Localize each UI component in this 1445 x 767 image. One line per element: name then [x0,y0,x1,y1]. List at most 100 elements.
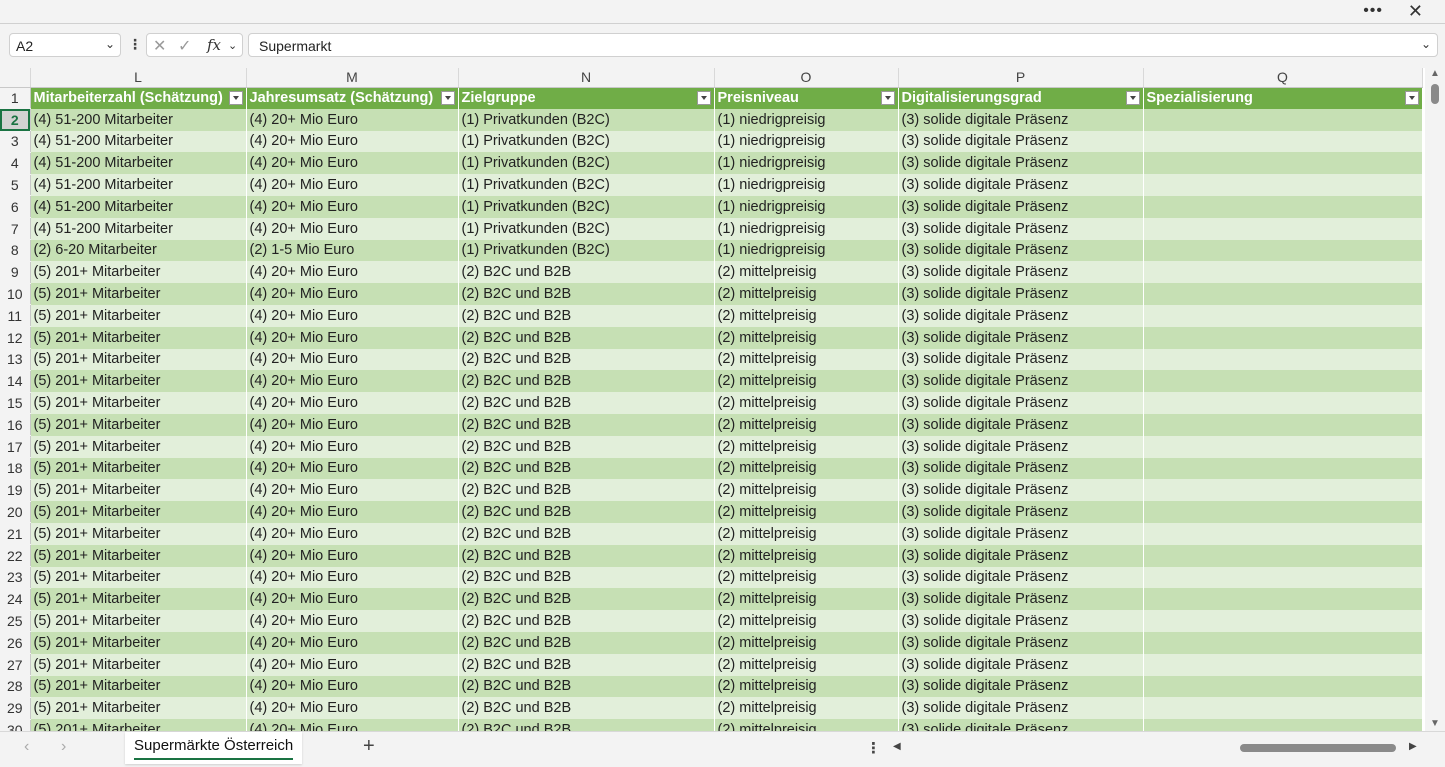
table-cell[interactable]: (4) 20+ Mio Euro [246,522,459,545]
filter-dropdown-icon[interactable] [880,90,895,105]
table-cell[interactable]: (2) B2C und B2B [458,435,715,458]
table-cell[interactable] [1143,304,1423,327]
table-cell[interactable]: (1) Privatkunden (B2C) [458,239,715,262]
table-cell[interactable] [1143,392,1423,414]
table-cell[interactable]: (2) B2C und B2B [458,370,715,393]
sheet-tab-supermaerkte[interactable]: Supermärkte Österreich [125,732,303,764]
table-cell[interactable]: (4) 20+ Mio Euro [246,108,459,131]
table-cell[interactable]: (2) B2C und B2B [458,326,715,349]
confirm-icon[interactable]: ✓ [178,36,191,56]
table-cell[interactable]: (3) solide digitale Präsenz [898,479,1144,502]
table-cell[interactable] [1143,544,1423,567]
table-cell[interactable]: (4) 51-200 Mitarbeiter [30,130,247,153]
table-cell[interactable]: (1) niedrigpreisig [714,239,899,262]
insert-function-icon[interactable]: fx [207,36,221,54]
table-cell[interactable]: (5) 201+ Mitarbeiter [30,653,247,676]
table-cell[interactable] [1143,283,1423,305]
table-cell[interactable]: (5) 201+ Mitarbeiter [30,697,247,720]
table-cell[interactable]: (1) Privatkunden (B2C) [458,174,715,196]
table-cell[interactable] [1143,217,1423,240]
scroll-thumb[interactable] [1431,84,1439,104]
table-cell[interactable] [1143,239,1423,262]
table-cell[interactable]: (3) solide digitale Präsenz [898,413,1144,436]
table-cell[interactable]: (3) solide digitale Präsenz [898,195,1144,218]
vertical-dots-icon[interactable]: ⋮ [128,36,142,53]
table-cell[interactable]: (2) B2C und B2B [458,501,715,523]
table-cell[interactable]: (2) mittelpreisig [714,566,899,589]
table-cell[interactable]: (2) mittelpreisig [714,653,899,676]
cancel-icon[interactable]: ✕ [153,36,166,56]
table-cell[interactable]: (4) 20+ Mio Euro [246,653,459,676]
row-number[interactable]: 13 [0,348,31,371]
table-cell[interactable]: (3) solide digitale Präsenz [898,130,1144,153]
table-cell[interactable]: (3) solide digitale Präsenz [898,675,1144,698]
row-number[interactable]: 19 [0,479,31,502]
table-cell[interactable] [1143,108,1423,131]
horizontal-scroll-thumb[interactable] [1240,744,1396,752]
table-cell[interactable]: (4) 20+ Mio Euro [246,392,459,414]
table-cell[interactable] [1143,457,1423,480]
table-cell[interactable]: (4) 20+ Mio Euro [246,217,459,240]
row-number[interactable]: 18 [0,457,31,480]
row-number[interactable]: 7 [0,217,31,241]
table-cell[interactable]: (3) solide digitale Präsenz [898,653,1144,676]
table-cell[interactable]: (4) 51-200 Mitarbeiter [30,152,247,175]
filter-dropdown-icon[interactable] [440,90,455,105]
select-all-corner[interactable] [0,68,31,88]
previous-sheet-icon[interactable]: ‹ [24,738,29,756]
table-cell[interactable]: (5) 201+ Mitarbeiter [30,675,247,698]
table-cell[interactable]: (3) solide digitale Präsenz [898,522,1144,545]
column-header-O[interactable]: O [714,68,899,88]
scroll-left-icon[interactable]: ◀ [893,741,901,752]
table-cell[interactable]: (4) 20+ Mio Euro [246,631,459,654]
table-header-cell[interactable]: Digitalisierungsgrad [898,87,1144,109]
table-cell[interactable]: (2) mittelpreisig [714,283,899,305]
vertical-scrollbar[interactable]: ▲ ▼ [1425,68,1445,731]
table-cell[interactable]: (5) 201+ Mitarbeiter [30,326,247,349]
filter-dropdown-icon[interactable] [1125,90,1140,105]
table-cell[interactable]: (3) solide digitale Präsenz [898,392,1144,414]
table-cell[interactable] [1143,174,1423,196]
scroll-down-icon[interactable]: ▼ [1430,718,1440,729]
table-cell[interactable]: (2) mittelpreisig [714,392,899,414]
table-cell[interactable]: (2) mittelpreisig [714,544,899,567]
table-cell[interactable] [1143,326,1423,349]
table-cell[interactable]: (2) mittelpreisig [714,326,899,349]
table-cell[interactable]: (4) 20+ Mio Euro [246,566,459,589]
table-cell[interactable]: (2) B2C und B2B [458,588,715,611]
row-number[interactable]: 4 [0,152,31,175]
table-cell[interactable]: (3) solide digitale Präsenz [898,304,1144,327]
table-cell[interactable]: (2) 6-20 Mitarbeiter [30,239,247,262]
table-cell[interactable]: (5) 201+ Mitarbeiter [30,719,247,731]
table-cell[interactable]: (5) 201+ Mitarbeiter [30,457,247,480]
table-cell[interactable]: (5) 201+ Mitarbeiter [30,544,247,567]
table-cell[interactable]: (1) niedrigpreisig [714,108,899,131]
vertical-dots-icon[interactable]: ⋮ [866,739,881,757]
table-cell[interactable] [1143,479,1423,502]
table-cell[interactable]: (2) mittelpreisig [714,348,899,371]
spreadsheet-grid[interactable]: L M N O P Q 1 Mitarbeiterzahl (Schätzung… [0,68,1425,731]
table-cell[interactable]: (5) 201+ Mitarbeiter [30,566,247,589]
column-header-N[interactable]: N [458,68,715,88]
table-cell[interactable]: (5) 201+ Mitarbeiter [30,631,247,654]
table-cell[interactable] [1143,435,1423,458]
row-number[interactable]: 11 [0,304,31,328]
table-cell[interactable]: (2) B2C und B2B [458,631,715,654]
table-cell[interactable]: (1) niedrigpreisig [714,174,899,196]
row-number[interactable]: 17 [0,435,31,459]
table-cell[interactable]: (3) solide digitale Präsenz [898,719,1144,731]
table-cell[interactable]: (5) 201+ Mitarbeiter [30,261,247,284]
table-cell[interactable]: (4) 20+ Mio Euro [246,501,459,523]
table-cell[interactable]: (4) 51-200 Mitarbeiter [30,217,247,240]
table-cell[interactable]: (3) solide digitale Präsenz [898,217,1144,240]
table-cell[interactable] [1143,697,1423,720]
table-cell[interactable]: (4) 20+ Mio Euro [246,348,459,371]
expand-formula-icon[interactable]: ⌄ [1421,37,1431,51]
row-number[interactable]: 6 [0,195,31,219]
table-cell[interactable] [1143,130,1423,153]
table-cell[interactable]: (1) Privatkunden (B2C) [458,108,715,131]
row-number[interactable]: 21 [0,522,31,546]
table-cell[interactable]: (2) mittelpreisig [714,631,899,654]
row-number[interactable]: 9 [0,261,31,284]
table-cell[interactable]: (3) solide digitale Präsenz [898,610,1144,632]
